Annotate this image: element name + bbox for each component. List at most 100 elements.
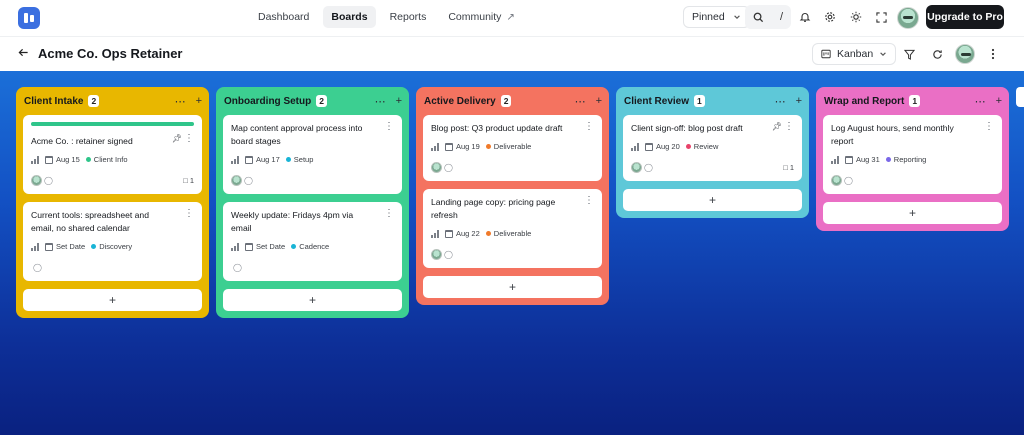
priority-icon[interactable] (631, 142, 639, 151)
filter-button[interactable] (900, 45, 918, 63)
priority-icon[interactable] (31, 155, 39, 164)
comments-count[interactable]: □ 1 (783, 163, 794, 172)
card-more-icon[interactable]: ⋮ (184, 133, 194, 144)
more-horizontal-icon[interactable]: ⋯ (775, 95, 786, 108)
task-card[interactable]: ⋮ Blog post: Q3 product update draft Aug 1… (423, 115, 602, 181)
priority-icon[interactable] (31, 242, 39, 251)
add-assignee-icon[interactable]: ◯ (444, 250, 453, 259)
theme-toggle-button[interactable] (846, 7, 866, 27)
assignee-avatar[interactable] (831, 174, 842, 186)
add-assignee-icon[interactable]: ◯ (444, 163, 453, 172)
add-assignee-icon[interactable]: ◯ (844, 176, 853, 185)
more-horizontal-icon[interactable]: ⋯ (975, 95, 986, 108)
card-footer: ◯ (431, 161, 594, 173)
task-card[interactable]: ⋮ Landing page copy: pricing page refresh… (423, 189, 602, 268)
add-card-button[interactable]: + (23, 289, 202, 311)
tag-chip[interactable]: Review (685, 142, 718, 151)
more-horizontal-icon[interactable]: ⋯ (375, 95, 386, 108)
add-list-button[interactable] (1016, 87, 1024, 107)
tag-chip[interactable]: Reporting (885, 155, 926, 164)
tag-chip[interactable]: Deliverable (485, 142, 531, 151)
board-member-avatar[interactable] (955, 44, 975, 64)
board-more-button[interactable] (984, 45, 1002, 63)
pin-icon[interactable]: 📌︎ (172, 134, 182, 143)
comments-count[interactable]: □ 1 (183, 176, 194, 185)
sync-button[interactable] (928, 45, 946, 63)
app-logo-icon[interactable] (18, 7, 40, 29)
card-more-icon[interactable]: ⋮ (584, 195, 594, 206)
list-title[interactable]: Client Intake (24, 96, 83, 107)
priority-icon[interactable] (231, 242, 239, 251)
due-date-chip[interactable]: Aug 19 (445, 142, 480, 151)
add-assignee-icon[interactable]: ◯ (33, 263, 42, 272)
add-card-button[interactable]: + (423, 276, 602, 298)
list-title[interactable]: Client Review (624, 96, 689, 107)
task-card[interactable]: 📌︎ ⋮ Client sign-off: blog post draft Aug 2… (623, 115, 802, 181)
due-date-chip[interactable]: Aug 15 (45, 155, 80, 164)
add-icon[interactable]: + (196, 95, 202, 108)
due-date-chip[interactable]: Aug 20 (645, 142, 680, 151)
due-date-chip[interactable]: Aug 22 (445, 229, 480, 238)
priority-icon[interactable] (431, 142, 439, 151)
back-button[interactable] (18, 46, 29, 61)
list-title[interactable]: Active Delivery (424, 96, 496, 107)
task-card[interactable]: ⋮ Weekly update: Fridays 4pm via email Set… (223, 202, 402, 281)
pin-icon[interactable]: 📌︎ (772, 122, 782, 131)
notifications-button[interactable] (795, 7, 815, 27)
fullscreen-button[interactable] (871, 7, 891, 27)
assignee-avatar[interactable] (431, 248, 442, 260)
user-avatar[interactable] (897, 7, 919, 29)
add-card-button[interactable]: + (623, 189, 802, 211)
pinned-dropdown[interactable]: Pinned (683, 6, 750, 28)
nav-reports[interactable]: Reports (382, 6, 435, 28)
tag-chip[interactable]: Deliverable (485, 229, 531, 238)
list-header: Wrap and Report 1 ⋯ + (823, 93, 1002, 109)
task-card[interactable]: ⋮ Map content approval process into board… (223, 115, 402, 194)
list-title[interactable]: Wrap and Report (824, 96, 904, 107)
add-card-button[interactable]: + (223, 289, 402, 311)
nav-community[interactable]: Community ↗ (440, 6, 523, 28)
due-date-chip[interactable]: Set Date (245, 242, 285, 251)
priority-icon[interactable] (831, 155, 839, 164)
add-icon[interactable]: + (996, 95, 1002, 108)
priority-icon[interactable] (231, 155, 239, 164)
card-more-icon[interactable]: ⋮ (984, 121, 994, 132)
tag-chip[interactable]: Cadence (291, 242, 329, 251)
tag-chip[interactable]: Client Info (85, 155, 128, 164)
due-date-chip[interactable]: Aug 17 (245, 155, 280, 164)
add-assignee-icon[interactable]: ◯ (244, 176, 253, 185)
card-more-icon[interactable]: ⋮ (384, 121, 394, 132)
card-more-icon[interactable]: ⋮ (184, 208, 194, 219)
task-card[interactable]: 📌︎ ⋮ Acme Co. : retainer signed Aug 15 Clien… (23, 115, 202, 194)
priority-icon[interactable] (431, 229, 439, 238)
add-icon[interactable]: + (796, 95, 802, 108)
due-date-chip[interactable]: Aug 31 (845, 155, 880, 164)
nav-dashboard[interactable]: Dashboard (250, 6, 317, 28)
view-selector[interactable]: Kanban (812, 43, 897, 65)
assignee-avatar[interactable] (31, 174, 42, 186)
card-more-icon[interactable]: ⋮ (384, 208, 394, 219)
add-assignee-icon[interactable]: ◯ (644, 163, 653, 172)
more-horizontal-icon[interactable]: ⋯ (575, 95, 586, 108)
task-card[interactable]: ⋮ Current tools: spreadsheet and email, n… (23, 202, 202, 281)
tag-chip[interactable]: Setup (285, 155, 313, 164)
card-more-icon[interactable]: ⋮ (584, 121, 594, 132)
add-assignee-icon[interactable]: ◯ (44, 176, 53, 185)
due-date-chip[interactable]: Set Date (45, 242, 85, 251)
search-button[interactable]: / (745, 5, 791, 29)
settings-button[interactable] (820, 7, 840, 27)
add-assignee-icon[interactable]: ◯ (233, 263, 242, 272)
add-icon[interactable]: + (396, 95, 402, 108)
add-card-button[interactable]: + (823, 202, 1002, 224)
assignee-avatar[interactable] (431, 161, 442, 173)
assignee-avatar[interactable] (631, 161, 642, 173)
nav-boards[interactable]: Boards (323, 6, 376, 28)
more-horizontal-icon[interactable]: ⋯ (175, 95, 186, 108)
task-card[interactable]: ⋮ Log August hours, send monthly report Au… (823, 115, 1002, 194)
assignee-avatar[interactable] (231, 174, 242, 186)
upgrade-button[interactable]: Upgrade to Pro (926, 5, 1004, 29)
tag-chip[interactable]: Discovery (91, 242, 132, 251)
list-title[interactable]: Onboarding Setup (224, 96, 311, 107)
card-more-icon[interactable]: ⋮ (784, 121, 794, 132)
add-icon[interactable]: + (596, 95, 602, 108)
